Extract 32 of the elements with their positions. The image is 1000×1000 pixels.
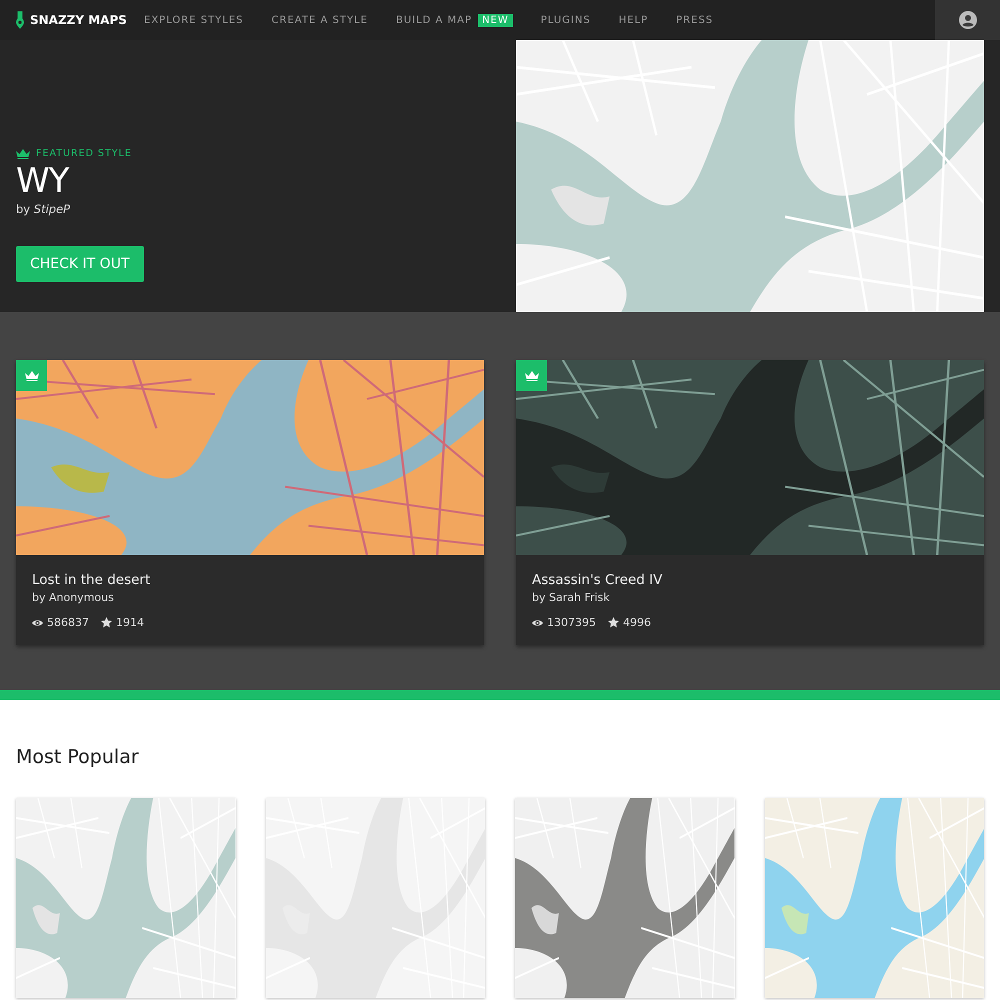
favorite-count: 4996 bbox=[623, 616, 651, 629]
section-title: Most Popular bbox=[16, 746, 140, 768]
nav-link[interactable]: EXPLORE STYLES bbox=[144, 14, 244, 26]
brand-logo[interactable]: SNAZZY MAPS bbox=[0, 9, 134, 31]
eye-icon bbox=[32, 618, 43, 626]
nav-link[interactable]: CREATE A STYLE bbox=[272, 14, 368, 26]
card-author: by Anonymous bbox=[32, 591, 115, 604]
card-title: Assassin's Creed IV bbox=[532, 572, 664, 588]
new-badge: NEW bbox=[478, 14, 513, 26]
crown-icon bbox=[24, 370, 38, 380]
crown-icon bbox=[16, 148, 30, 158]
featured-label: FEATURED STYLE bbox=[36, 148, 132, 159]
map-pin-icon bbox=[16, 9, 24, 31]
card-title: Lost in the desert bbox=[32, 572, 152, 588]
view-count: 586837 bbox=[47, 616, 89, 629]
star-icon bbox=[608, 617, 619, 628]
account-icon bbox=[958, 11, 976, 29]
nav-link[interactable]: PRESS bbox=[676, 14, 714, 26]
eye-icon bbox=[532, 618, 543, 626]
view-count: 1307395 bbox=[547, 616, 596, 629]
style-title: WY bbox=[16, 163, 70, 200]
star-icon bbox=[101, 617, 112, 628]
nav-link[interactable]: HELP bbox=[618, 14, 648, 26]
nav-link[interactable]: PLUGINS bbox=[540, 14, 591, 26]
favorite-count: 1914 bbox=[116, 616, 144, 629]
nav-link[interactable]: BUILD A MAP NEW bbox=[396, 14, 513, 26]
crown-icon bbox=[524, 370, 538, 380]
account-button[interactable] bbox=[935, 0, 1000, 40]
card-author: by Sarah Frisk bbox=[532, 591, 611, 604]
style-card[interactable]: Assassin's Creed IV by Sarah Frisk 1307395 4996 bbox=[516, 360, 984, 645]
author-byline: by StipeP bbox=[16, 202, 72, 216]
style-card[interactable]: Lost in the desert by Anonymous 586837 1914 bbox=[16, 360, 484, 645]
